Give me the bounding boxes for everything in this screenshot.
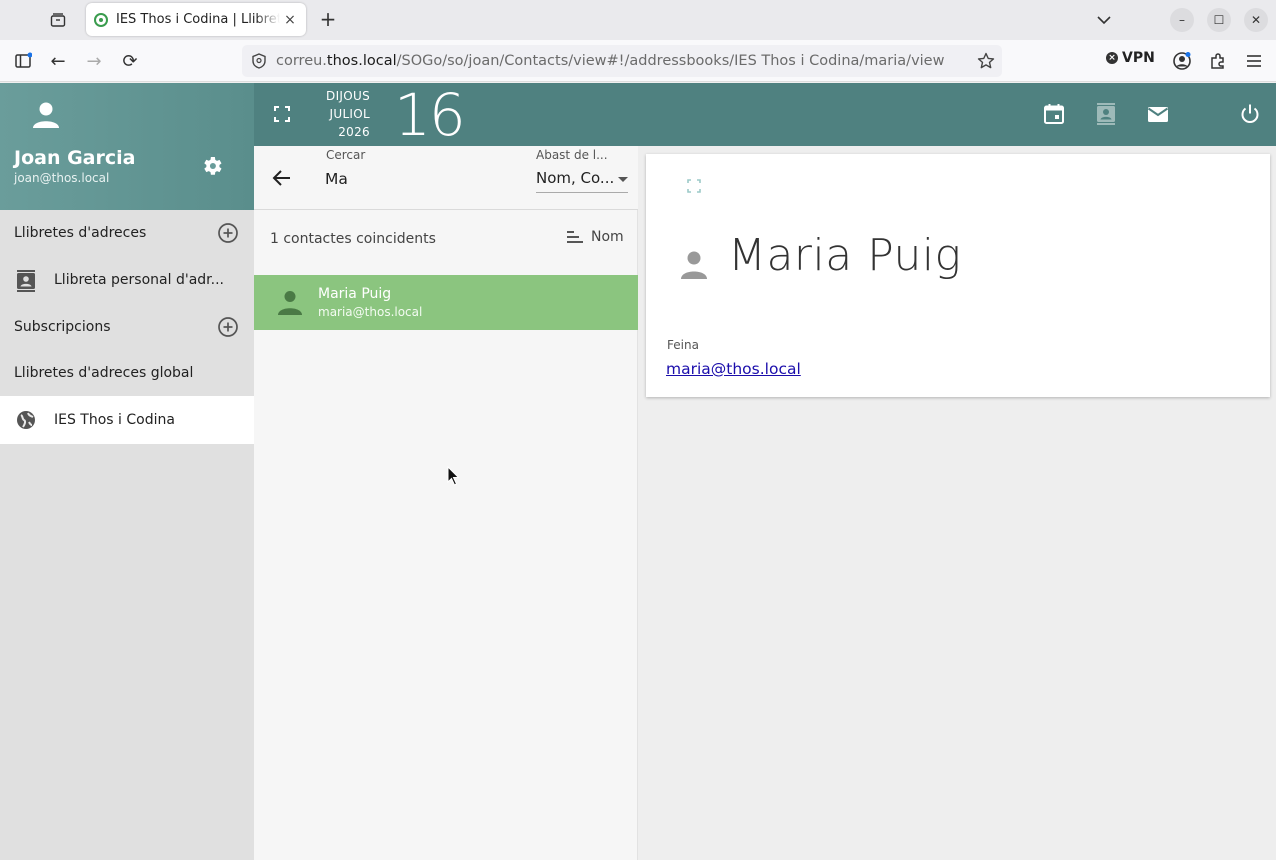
address-bar[interactable]: correu. thos.local/SOGo/so/joan/Contacts/… (242, 45, 1002, 77)
add-subscription-icon[interactable] (217, 316, 239, 338)
sidebar-item-ies-thos-i-codina[interactable]: IES Thos i Codina (0, 396, 254, 444)
browser-navigation-bar: ← → ⟳ correu. thos.local/SOGo/so/joan/Con… (0, 40, 1276, 82)
email-type-label: Feina (667, 338, 699, 352)
window-maximize-button[interactable]: ☐ (1207, 8, 1231, 32)
user-name: Joan Garcia (14, 147, 136, 169)
window-close-button[interactable]: ✕ (1244, 8, 1268, 32)
vpn-label: VPN (1122, 50, 1155, 66)
contact-email: maria@thos.local (318, 305, 423, 319)
contact-avatar-icon (676, 246, 712, 282)
logout-power-icon[interactable] (1238, 102, 1262, 126)
search-input[interactable]: Ma (325, 170, 348, 188)
day-name: DIJOUS (326, 89, 370, 103)
sidebar-item-personal-addressbook[interactable]: Llibreta personal d'adr... (0, 256, 254, 304)
browser-tab-bar: IES Thos i Codina | Llibreta d'adreces ×… (0, 0, 1276, 40)
contact-list-pane: Cercar Ma Abast de l... Nom, Co... 1 con… (254, 146, 638, 860)
user-box: Joan Garcia joan@thos.local (0, 83, 254, 210)
addressbooks-header-label: Llibretes d'adreces (14, 225, 147, 241)
result-count: 1 contactes coincidents (270, 231, 436, 247)
card-expand-icon[interactable] (686, 178, 702, 194)
contact-full-name: Maria Puig (728, 230, 962, 281)
tab-title: IES Thos i Codina | Llibreta d'adreces (116, 12, 280, 27)
vpn-button[interactable]: × VPN (1106, 50, 1155, 66)
result-count-row: 1 contactes coincidents Nom (254, 211, 638, 267)
year: 2026 (338, 125, 370, 139)
user-email: joan@thos.local (14, 171, 110, 185)
tab-close-icon[interactable]: × (282, 12, 298, 28)
url-prefix: correu. (276, 53, 327, 69)
addressbooks-section-header: Llibretes d'adreces (0, 210, 254, 256)
contact-avatar-icon (276, 288, 304, 316)
month-name: JULIOL (329, 107, 370, 121)
account-icon[interactable] (1169, 48, 1195, 74)
mouse-pointer-icon (447, 465, 461, 486)
add-addressbook-icon[interactable] (217, 222, 239, 244)
tab-list-icon[interactable] (44, 6, 72, 34)
list-item[interactable]: Maria Puig maria@thos.local (254, 275, 638, 330)
browser-tab-active[interactable]: IES Thos i Codina | Llibreta d'adreces × (86, 3, 306, 36)
back-button[interactable]: ← (45, 48, 71, 74)
contact-name: Maria Puig (318, 286, 392, 302)
url-domain: thos.local (326, 53, 397, 69)
contact-card: Maria Puig Feina maria@thos.local (646, 154, 1270, 397)
contacts-icon[interactable] (1094, 102, 1118, 126)
arrow-back-icon[interactable] (270, 166, 294, 190)
contact-email-link[interactable]: maria@thos.local (666, 360, 801, 378)
sort-icon (567, 231, 583, 243)
day-number: 16 (394, 81, 466, 149)
subscriptions-section-header: Subscripcions (0, 304, 254, 350)
site-favicon-icon (94, 12, 108, 27)
search-label: Cercar (326, 148, 366, 162)
reload-button[interactable]: ⟳ (117, 48, 143, 74)
mail-icon[interactable] (1146, 102, 1170, 126)
sort-button[interactable]: Nom (566, 229, 624, 245)
user-avatar-icon (30, 99, 62, 131)
sidebar: Joan Garcia joan@thos.local Llibretes d'… (0, 83, 254, 860)
extensions-icon[interactable] (1205, 48, 1231, 74)
contact-book-icon (16, 270, 36, 292)
url-path: /SOGo/so/joan/Contacts/view#!/addressboo… (396, 53, 945, 69)
global-addressbooks-section-header: Llibretes d'adreces global (0, 350, 254, 396)
tab-overflow-chevron-down-icon[interactable] (1094, 8, 1114, 32)
top-header: DIJOUS JULIOL 2026 16 (254, 81, 1276, 149)
site-info-shield-icon[interactable] (250, 52, 268, 74)
vpn-status-icon: × (1106, 52, 1118, 64)
subscriptions-header-label: Subscripcions (14, 319, 111, 335)
contact-detail-pane: Maria Puig Feina maria@thos.local (638, 146, 1276, 860)
sogo-app: Joan Garcia joan@thos.local Llibretes d'… (0, 81, 1276, 860)
search-scope-value: Nom, Co... (536, 169, 615, 187)
sidebar-item-label: Llibreta personal d'adr... (54, 272, 224, 288)
forward-button[interactable]: → (81, 48, 107, 74)
dropdown-caret-icon (618, 177, 628, 182)
fullscreen-expand-icon[interactable] (273, 105, 291, 123)
bookmark-star-icon[interactable] (976, 51, 996, 75)
search-scope-select[interactable]: Nom, Co... (536, 169, 628, 193)
calendar-icon[interactable] (1042, 102, 1066, 126)
sidebar-item-label: IES Thos i Codina (54, 412, 175, 428)
menu-hamburger-icon[interactable] (1241, 48, 1267, 74)
sort-label: Nom (591, 229, 624, 245)
globe-icon (16, 410, 36, 430)
window-minimize-button[interactable]: – (1170, 8, 1194, 32)
global-header-label: Llibretes d'adreces global (14, 365, 194, 381)
settings-gear-icon[interactable] (200, 154, 224, 178)
date-text: DIJOUS JULIOL 2026 (316, 87, 370, 141)
new-tab-button[interactable]: + (316, 8, 340, 32)
search-bar: Cercar Ma Abast de l... Nom, Co... (254, 146, 638, 210)
search-scope-label: Abast de l... (536, 148, 608, 162)
sidebar-toggle-icon[interactable] (10, 48, 36, 74)
